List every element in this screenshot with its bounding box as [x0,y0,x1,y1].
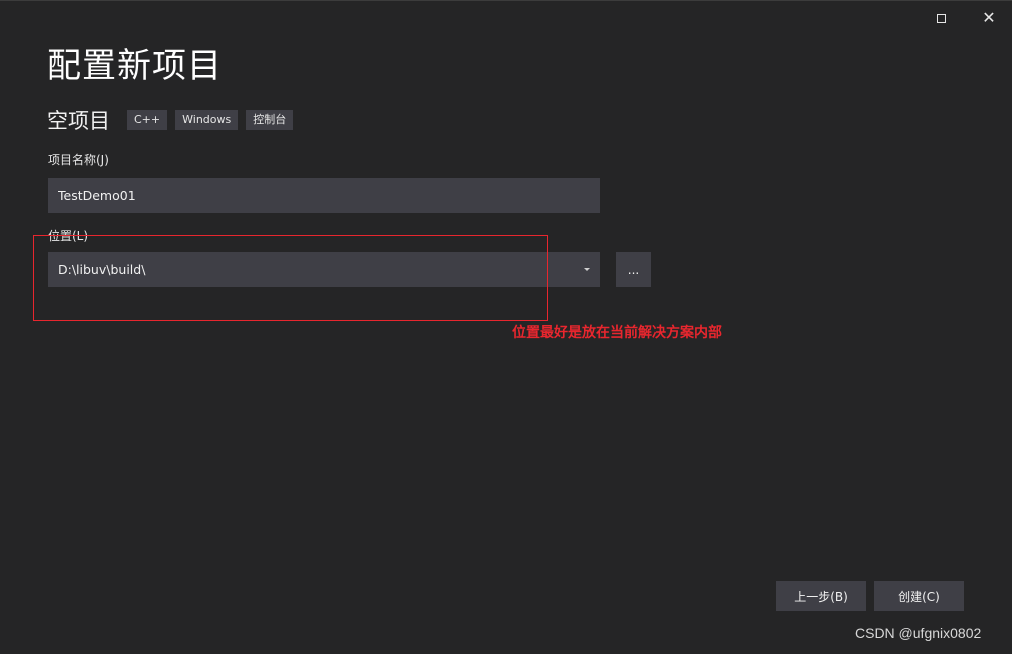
template-summary: 空项目 C++ Windows 控制台 [47,105,301,135]
annotation-highlight-box [33,235,548,321]
maximize-button[interactable] [918,4,964,32]
page-title: 配置新项目 [47,46,222,86]
close-icon: ✕ [982,8,996,27]
tag-language: C++ [127,110,168,130]
back-button[interactable]: 上一步(B) [776,581,866,611]
watermark: CSDN @ufgnix0802 [855,625,982,641]
create-button[interactable]: 创建(C) [874,581,964,611]
annotation-note: 位置最好是放在当前解决方案内部 [512,325,722,341]
close-button[interactable]: ✕ [966,4,1012,32]
browse-location-button[interactable]: ... [616,252,651,287]
window-frame [0,0,1012,654]
tag-platform: Windows [175,110,239,130]
tag-project-type: 控制台 [246,110,294,130]
template-name: 空项目 [47,109,110,133]
project-name-label: 项目名称(J) [48,153,109,167]
maximize-icon [936,13,946,23]
project-name-input[interactable] [48,178,600,213]
chevron-down-icon[interactable] [584,268,590,271]
